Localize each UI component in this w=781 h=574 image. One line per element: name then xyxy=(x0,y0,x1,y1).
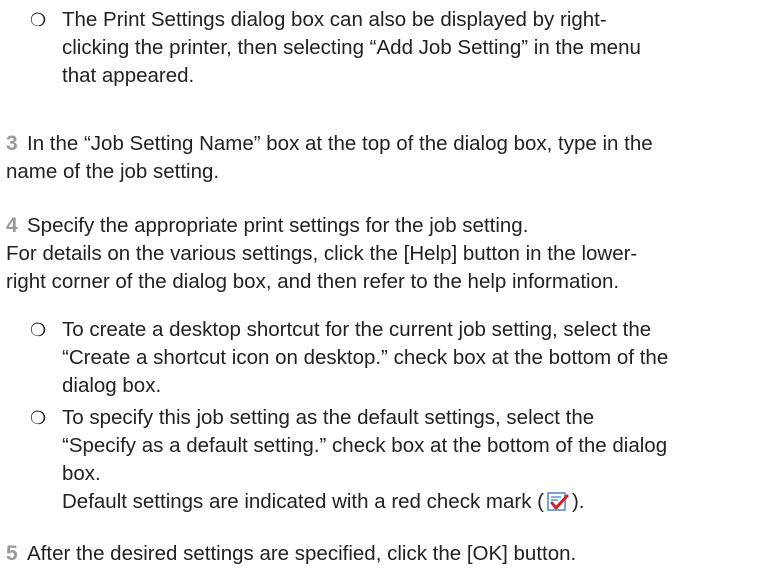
text-line: To specify this job setting as the defau… xyxy=(62,406,595,429)
text-line: “Create a shortcut icon on desktop.” che… xyxy=(62,346,669,369)
text-line: Specify the appropriate print settings f… xyxy=(27,214,529,237)
text-line: For details on the various settings, cli… xyxy=(6,242,638,265)
text-line: dialog box. xyxy=(62,374,162,397)
bullet-circle-icon: ❍ xyxy=(30,10,47,30)
bullet-circle-icon: ❍ xyxy=(30,320,47,340)
step-5: 5 After the desired settings are specifi… xyxy=(6,540,776,568)
step-number: 4 xyxy=(6,214,18,237)
step-3: 3 In the “Job Setting Name” box at the t… xyxy=(6,130,776,186)
manual-page: ❍ The Print Settings dialog box can also… xyxy=(0,0,781,574)
note-text: Default settings are indicated with a re… xyxy=(62,490,544,513)
text-line: box. xyxy=(62,462,101,485)
step-text: Specify the appropriate print settings f… xyxy=(27,212,777,240)
step-text: In the “Job Setting Name” box at the top… xyxy=(27,130,777,158)
step-number: 3 xyxy=(6,132,18,155)
step-4: 4 Specify the appropriate print settings… xyxy=(6,212,776,296)
step-text-continued: For details on the various settings, cli… xyxy=(6,240,776,296)
step-number: 5 xyxy=(6,542,18,565)
text-line: The Print Settings dialog box can also b… xyxy=(62,8,607,31)
red-check-mark-icon xyxy=(547,490,569,520)
text-line: right corner of the dialog box, and then… xyxy=(6,270,620,293)
step-text: After the desired settings are specified… xyxy=(27,540,777,568)
default-note: Default settings are indicated with a re… xyxy=(62,488,772,520)
text-line: that appeared. xyxy=(62,64,195,87)
text-line: In the “Job Setting Name” box at the top… xyxy=(27,132,653,155)
bullet-circle-icon: ❍ xyxy=(30,408,47,428)
text-line: After the desired settings are specified… xyxy=(27,542,577,565)
text-line: name of the job setting. xyxy=(6,160,220,183)
text-line: To create a desktop shortcut for the cur… xyxy=(62,318,652,341)
step-text-continued: name of the job setting. xyxy=(6,158,756,186)
bullet-default-setting: ❍ To specify this job setting as the def… xyxy=(0,404,781,516)
text-line: clicking the printer, then selecting “Ad… xyxy=(62,36,641,59)
text-line: “Specify as a default setting.” check bo… xyxy=(62,434,668,457)
bullet-print-settings-tip: ❍ The Print Settings dialog box can also… xyxy=(0,6,781,90)
bullet-text: To create a desktop shortcut for the cur… xyxy=(62,316,772,400)
bullet-text: To specify this job setting as the defau… xyxy=(62,404,772,520)
bullet-desktop-shortcut: ❍ To create a desktop shortcut for the c… xyxy=(0,316,781,400)
note-text-end: ). xyxy=(571,490,585,513)
bullet-text: The Print Settings dialog box can also b… xyxy=(62,6,772,90)
